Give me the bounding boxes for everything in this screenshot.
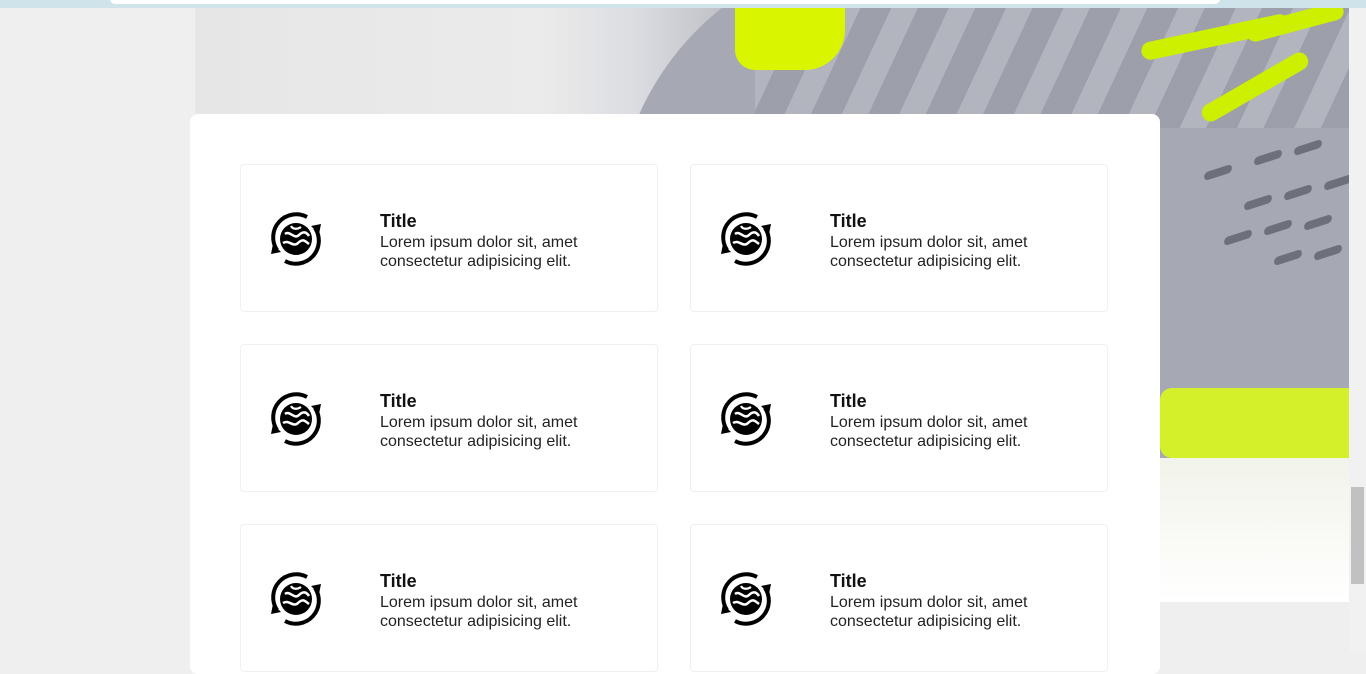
feature-description: Lorem ipsum dolor sit, amet consectetur … (830, 414, 1028, 450)
recycle-globe-icon (713, 386, 779, 452)
feature-description: Lorem ipsum dolor sit, amet consectetur … (830, 594, 1028, 630)
address-bar[interactable] (110, 0, 1220, 4)
feature-description: Lorem ipsum dolor sit, amet consectetur … (380, 234, 578, 270)
shoe-sole (1160, 388, 1349, 458)
feature-title: Title (380, 391, 417, 411)
recycle-globe-icon (263, 386, 329, 452)
recycle-globe-icon (263, 566, 329, 632)
feature-card: Title Lorem ipsum dolor sit, amet consec… (240, 164, 658, 312)
feature-title: Title (830, 571, 867, 591)
shelf-surface (1160, 458, 1349, 602)
feature-description: Lorem ipsum dolor sit, amet consectetur … (380, 414, 578, 450)
feature-title: Title (380, 571, 417, 591)
browser-chrome-strip (0, 0, 1366, 8)
feature-card: Title Lorem ipsum dolor sit, amet consec… (690, 344, 1108, 492)
scrollbar-thumb[interactable] (1351, 487, 1364, 584)
recycle-globe-icon (263, 206, 329, 272)
shoe-neon-patch (735, 8, 845, 70)
features-panel: Title Lorem ipsum dolor sit, amet consec… (190, 114, 1160, 674)
feature-title: Title (830, 391, 867, 411)
recycle-globe-icon (713, 566, 779, 632)
feature-description: Lorem ipsum dolor sit, amet consectetur … (830, 234, 1028, 270)
recycle-globe-icon (713, 206, 779, 272)
feature-card: Title Lorem ipsum dolor sit, amet consec… (690, 164, 1108, 312)
feature-card: Title Lorem ipsum dolor sit, amet consec… (690, 524, 1108, 672)
feature-title: Title (380, 211, 417, 231)
feature-card: Title Lorem ipsum dolor sit, amet consec… (240, 344, 658, 492)
feature-description: Lorem ipsum dolor sit, amet consectetur … (380, 594, 578, 630)
feature-title: Title (830, 211, 867, 231)
feature-card: Title Lorem ipsum dolor sit, amet consec… (240, 524, 658, 672)
page-scrollbar[interactable] (1349, 8, 1366, 652)
